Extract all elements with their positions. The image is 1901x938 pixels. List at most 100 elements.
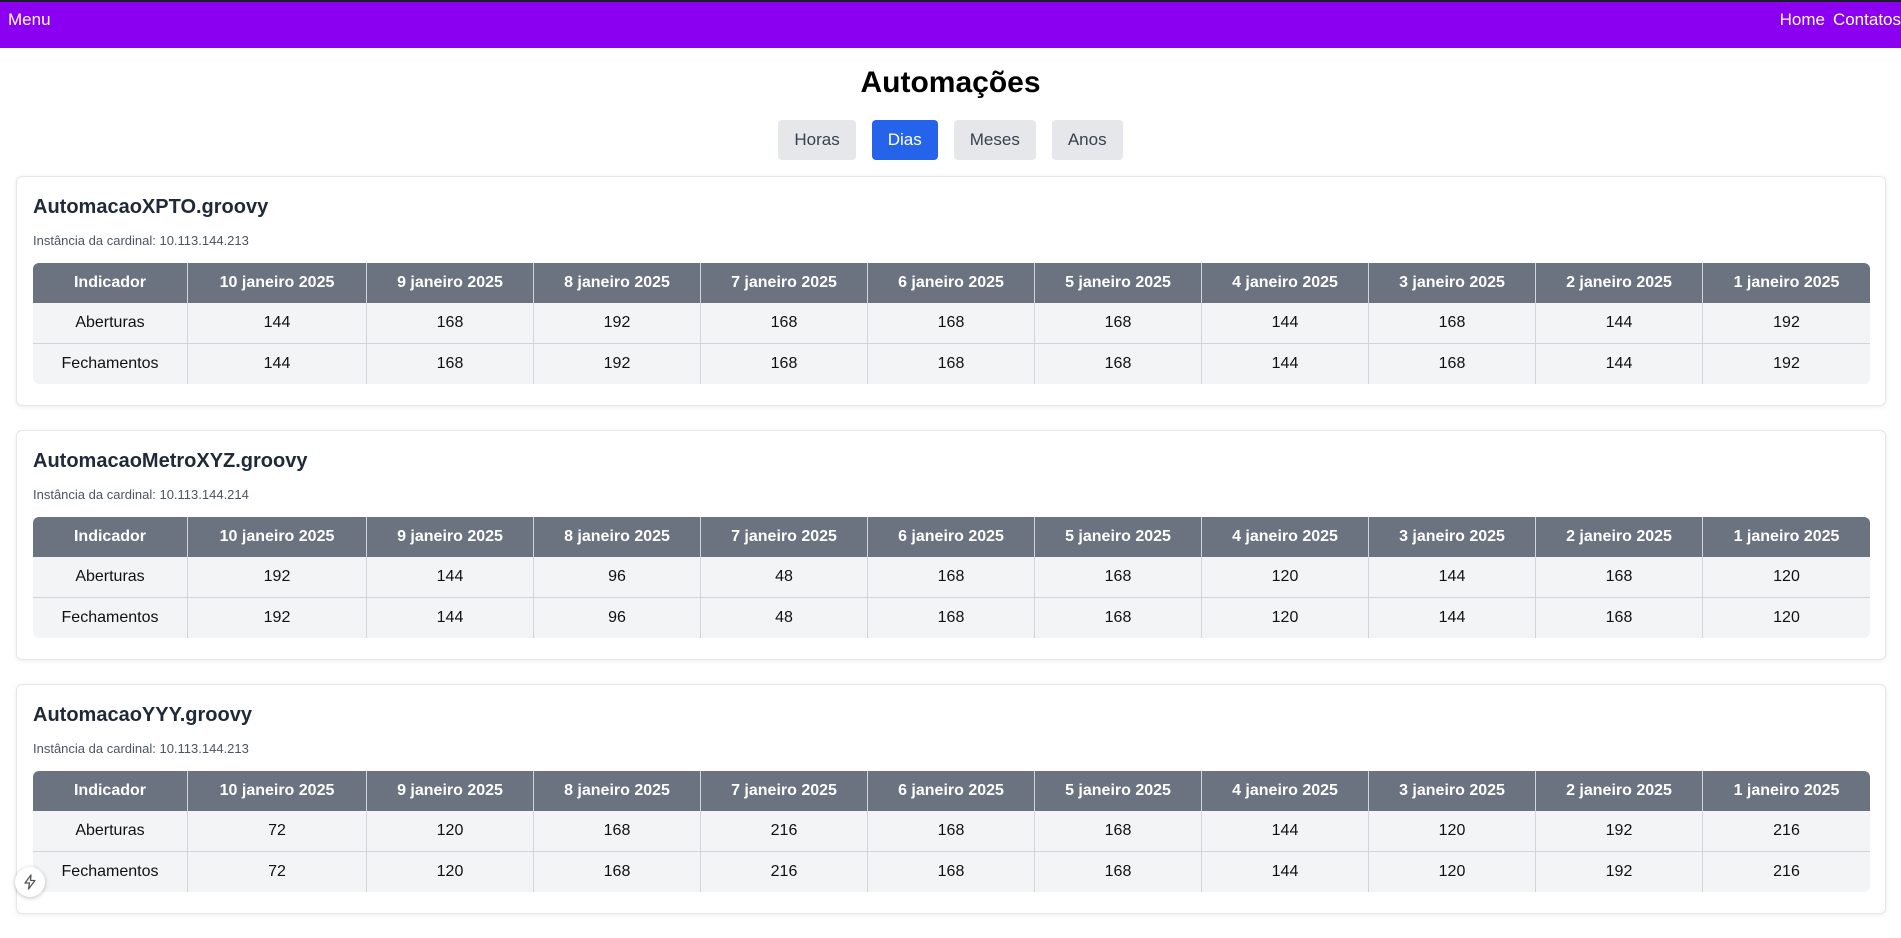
column-header-indicador: Indicador <box>33 517 188 557</box>
table-cell: 120 <box>367 811 534 852</box>
table-cell: 144 <box>367 598 534 638</box>
table-cell: 192 <box>188 557 367 598</box>
column-header-date: 5 janeiro 2025 <box>1035 517 1202 557</box>
column-header-date: 6 janeiro 2025 <box>868 771 1035 811</box>
table-cell: 216 <box>1703 852 1870 892</box>
column-header-date: 6 janeiro 2025 <box>868 263 1035 303</box>
column-header-date: 7 janeiro 2025 <box>701 771 868 811</box>
nav-links: Home Contatos <box>1780 10 1901 30</box>
column-header-date: 7 janeiro 2025 <box>701 263 868 303</box>
table-cell: 168 <box>1035 557 1202 598</box>
instance-label: Instância da cardinal: 10.113.144.213 <box>33 741 249 756</box>
table-cell: 120 <box>1202 557 1369 598</box>
table-cell: 120 <box>1369 852 1536 892</box>
table-cell: 48 <box>701 557 868 598</box>
column-header-date: 5 janeiro 2025 <box>1035 263 1202 303</box>
nav-link-home[interactable]: Home <box>1780 10 1825 30</box>
column-header-date: 9 janeiro 2025 <box>367 517 534 557</box>
table-row: Aberturas 72 120 168 216 168 168 144 120 192 216 <box>33 811 1870 852</box>
table-cell: 120 <box>1703 598 1870 638</box>
instance-label: Instância da cardinal: 10.113.144.214 <box>33 487 249 502</box>
table-cell: 144 <box>188 303 367 344</box>
table-cell: 144 <box>1202 852 1369 892</box>
column-header-date: 4 janeiro 2025 <box>1202 517 1369 557</box>
automation-card: AutomacaoMetroXYZ.groovy Instância da car… <box>16 430 1886 660</box>
row-label: Aberturas <box>33 811 188 852</box>
table-cell: 192 <box>188 598 367 638</box>
row-label: Fechamentos <box>33 852 188 892</box>
table-cell: 120 <box>1369 811 1536 852</box>
instance-label: Instância da cardinal: 10.113.144.213 <box>33 233 249 248</box>
table-cell: 72 <box>188 852 367 892</box>
tab-anos[interactable]: Anos <box>1051 120 1123 160</box>
table-cell: 120 <box>1703 557 1870 598</box>
table-cell: 168 <box>1536 557 1703 598</box>
tab-dias[interactable]: Dias <box>871 120 938 160</box>
row-label: Aberturas <box>33 557 188 598</box>
table-cell: 168 <box>1035 598 1202 638</box>
table-cell: 144 <box>188 344 367 384</box>
table-cell: 168 <box>868 852 1035 892</box>
column-header-date: 7 janeiro 2025 <box>701 517 868 557</box>
table-cell: 144 <box>1536 344 1703 384</box>
table-cell: 144 <box>1536 303 1703 344</box>
column-header-date: 10 janeiro 2025 <box>188 263 367 303</box>
card-title: AutomacaoYYY.groovy <box>33 704 252 726</box>
table-cell: 192 <box>1536 811 1703 852</box>
column-header-date: 3 janeiro 2025 <box>1369 771 1536 811</box>
table-cell: 96 <box>534 557 701 598</box>
row-label: Fechamentos <box>33 344 188 384</box>
table-cell: 72 <box>188 811 367 852</box>
table-cell: 168 <box>367 303 534 344</box>
automation-card: AutomacaoYYY.groovy Instância da cardinal… <box>16 684 1886 914</box>
lightning-icon <box>24 874 36 890</box>
column-header-indicador: Indicador <box>33 263 188 303</box>
table-cell: 168 <box>701 344 868 384</box>
table-row: Fechamentos 72 120 168 216 168 168 144 120 192 216 <box>33 852 1870 892</box>
row-label: Fechamentos <box>33 598 188 638</box>
table-row: Fechamentos 144 168 192 168 168 168 144 168 144 19… <box>33 344 1870 384</box>
column-header-date: 9 janeiro 2025 <box>367 263 534 303</box>
column-header-date: 4 janeiro 2025 <box>1202 263 1369 303</box>
table-cell: 144 <box>1369 598 1536 638</box>
table-row: Aberturas 192 144 96 48 168 168 120 144 168 120 <box>33 557 1870 598</box>
indicator-table: Indicador 10 janeiro 2025 9 janeiro 2025 8 … <box>33 771 1870 892</box>
tab-meses[interactable]: Meses <box>953 120 1036 160</box>
table-cell: 168 <box>1035 852 1202 892</box>
column-header-date: 6 janeiro 2025 <box>868 517 1035 557</box>
floating-action-button[interactable] <box>15 867 45 897</box>
table-cell: 168 <box>367 344 534 384</box>
column-header-date: 8 janeiro 2025 <box>534 771 701 811</box>
table-cell: 168 <box>1369 303 1536 344</box>
table-cell: 192 <box>1536 852 1703 892</box>
nav-link-contatos[interactable]: Contatos <box>1833 10 1901 30</box>
menu-button[interactable]: Menu <box>8 10 51 30</box>
column-header-date: 2 janeiro 2025 <box>1536 771 1703 811</box>
tab-horas[interactable]: Horas <box>778 120 856 160</box>
automation-cards: AutomacaoXPTO.groovy Instância da cardina… <box>16 176 1886 938</box>
column-header-date: 8 janeiro 2025 <box>534 517 701 557</box>
table-cell: 168 <box>1035 344 1202 384</box>
table-cell: 216 <box>701 852 868 892</box>
column-header-indicador: Indicador <box>33 771 188 811</box>
table-cell: 168 <box>868 303 1035 344</box>
automation-card: AutomacaoXPTO.groovy Instância da cardina… <box>16 176 1886 406</box>
table-cell: 168 <box>868 557 1035 598</box>
period-tabs: Horas Dias Meses Anos <box>0 120 1901 160</box>
column-header-date: 9 janeiro 2025 <box>367 771 534 811</box>
table-cell: 144 <box>1202 303 1369 344</box>
table-cell: 168 <box>1035 811 1202 852</box>
table-cell: 120 <box>367 852 534 892</box>
table-cell: 144 <box>1202 344 1369 384</box>
card-title: AutomacaoMetroXYZ.groovy <box>33 450 308 472</box>
indicator-table: Indicador 10 janeiro 2025 9 janeiro 2025 8 … <box>33 263 1870 384</box>
table-cell: 144 <box>1369 557 1536 598</box>
table-cell: 192 <box>534 303 701 344</box>
column-header-date: 2 janeiro 2025 <box>1536 517 1703 557</box>
column-header-date: 4 janeiro 2025 <box>1202 771 1369 811</box>
table-cell: 168 <box>534 852 701 892</box>
column-header-date: 10 janeiro 2025 <box>188 771 367 811</box>
indicator-table: Indicador 10 janeiro 2025 9 janeiro 2025 8 … <box>33 517 1870 638</box>
table-cell: 96 <box>534 598 701 638</box>
table-cell: 192 <box>1703 303 1870 344</box>
